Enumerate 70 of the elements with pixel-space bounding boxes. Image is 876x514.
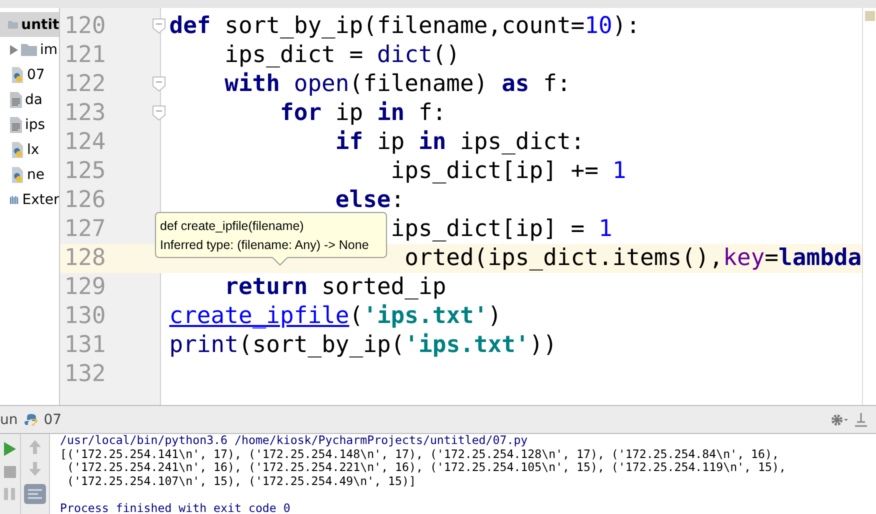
line-number: 128 — [63, 244, 106, 273]
line-number: 129 — [63, 273, 106, 302]
code-line: orted(ips_dict.items(),key=lambda — [404, 244, 862, 273]
code-line: ips_dict = dict() — [224, 41, 460, 70]
code-line: def sort_by_ip(filename,count=10): — [169, 12, 640, 41]
tree-item-label: ips — [25, 116, 46, 132]
expand-arrow-icon[interactable] — [10, 44, 18, 54]
line-number: 125 — [63, 157, 106, 186]
text-file-icon — [10, 116, 22, 132]
line-number: 122 — [60, 70, 106, 99]
console-output-line: /usr/local/bin/python3.6 /home/kiosk/PycharmProjects/untitled/07.py — [60, 434, 529, 448]
tooltip-signature: def create_ipfile(filename) — [160, 218, 305, 235]
python-file-icon — [10, 166, 24, 182]
tree-item-label: 07 — [27, 66, 45, 82]
code-line: ips_dict[ip] = 1 — [390, 215, 612, 244]
python-file-icon — [10, 142, 24, 158]
project-tree-item[interactable]: da — [0, 87, 60, 112]
fold-marker-icon[interactable] — [152, 105, 166, 121]
run-config-name[interactable]: 07 — [44, 412, 62, 428]
tree-item-label: ne — [27, 166, 44, 182]
run-panel-title: un — [0, 412, 18, 428]
python-icon — [24, 412, 38, 426]
fold-marker-icon[interactable] — [152, 18, 166, 34]
up-arrow-icon[interactable] — [29, 440, 41, 454]
folder-icon — [21, 43, 37, 56]
line-number: 123 — [60, 99, 106, 128]
soft-wrap-icon[interactable] — [24, 484, 46, 504]
project-tree-item[interactable]: lx — [0, 137, 60, 162]
project-tree-item[interactable]: Exter — [0, 187, 60, 212]
code-line: create_ipfile('ips.txt') — [169, 302, 502, 331]
code-line: with open(filename) as f: — [224, 70, 571, 99]
tree-item-label: Exter — [22, 192, 60, 208]
tree-item-label: lx — [27, 142, 40, 158]
inspection-status-icon[interactable] — [864, 11, 875, 21]
tree-item-label: untit — [21, 16, 60, 32]
console-output-line: Process finished with exit code 0 — [60, 502, 292, 514]
project-tree-item[interactable]: im — [0, 37, 60, 62]
python-file-icon — [10, 66, 24, 82]
tree-item-label: im — [40, 42, 58, 58]
line-number: 124 — [63, 128, 106, 157]
settings-icon[interactable] — [830, 412, 848, 426]
console-output-line: [('172.25.254.141\n', 17), ('172.25.254.148\n', 17), ('172.25.254.128\n', 17), ('172.25.254.84\n', 16), — [60, 448, 780, 461]
code-line: return sorted_ip — [224, 273, 446, 302]
down-arrow-icon[interactable] — [29, 462, 41, 476]
code-line: for ip in f: — [280, 99, 446, 128]
line-number: 130 — [63, 302, 106, 331]
code-line: else: — [335, 186, 405, 215]
fold-marker-icon[interactable] — [152, 76, 166, 92]
code-line: print(sort_by_ip('ips.txt')) — [169, 331, 557, 360]
project-tree-item[interactable]: ips — [0, 112, 60, 137]
project-tree-item[interactable]: 07 — [0, 62, 60, 87]
line-number: 120 — [60, 12, 106, 41]
tooltip-inferred-type: Inferred type: (filename: Any) -> None — [160, 237, 370, 254]
console-output-line: ('172.25.254.107\n', 15), ('172.25.254.49\n', 15)] — [66, 474, 417, 488]
run-icon[interactable] — [4, 442, 16, 456]
code-line: ips_dict[ip] += 1 — [390, 157, 626, 186]
pause-icon[interactable] — [4, 488, 16, 500]
code-line: if ip in ips_dict: — [335, 128, 585, 157]
folder-icon — [8, 18, 18, 31]
project-tree-item[interactable]: ne — [0, 162, 60, 187]
line-number: 127 — [63, 215, 106, 244]
text-file-icon — [10, 92, 22, 108]
line-number: 132 — [63, 360, 106, 389]
line-number: 126 — [63, 186, 106, 215]
line-number: 131 — [63, 331, 106, 360]
line-number: 121 — [63, 41, 106, 70]
project-tree-item[interactable]: untit — [0, 12, 60, 37]
console-output-line: ('172.25.254.241\n', 16), ('172.25.254.221\n', 16), ('172.25.254.105\n', 15), ('172.25.254.119\n', 15), — [66, 461, 787, 474]
tree-item-label: da — [25, 92, 42, 108]
hide-panel-icon[interactable] — [854, 412, 868, 428]
